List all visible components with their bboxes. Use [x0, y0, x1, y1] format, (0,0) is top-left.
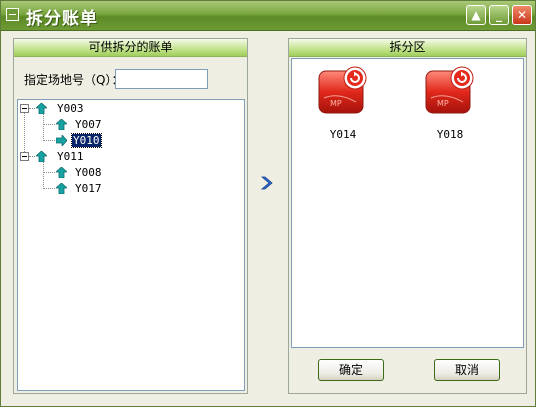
tree-node-selected[interactable]: Y010 — [71, 133, 102, 148]
minimize-icon: _ — [496, 8, 502, 22]
triangle-up-icon: ▲ — [471, 8, 481, 22]
split-area-list[interactable]: MP Y014 MP Y018 — [291, 58, 524, 348]
close-icon: ✕ — [516, 8, 528, 22]
bill-icon[interactable]: MP — [425, 66, 475, 116]
bill-icon[interactable]: MP — [318, 66, 368, 116]
bill-label: Y014 — [329, 128, 357, 141]
window-title: 拆分账单 — [26, 9, 98, 29]
ok-button[interactable]: 确定 — [318, 359, 384, 381]
tree-node[interactable]: Y008 — [74, 166, 103, 179]
split-area-header: 拆分区 — [289, 39, 526, 57]
tree-node[interactable]: Y003 — [56, 102, 85, 115]
bill-icon — [56, 167, 67, 178]
cancel-button[interactable]: 取消 — [434, 359, 500, 381]
roll-up-button[interactable]: ▲ — [466, 5, 486, 25]
venue-number-label: 指定场地号（Q）： — [24, 73, 124, 87]
minimize-button[interactable]: _ — [489, 5, 509, 25]
available-bills-header: 可供拆分的账单 — [14, 39, 247, 57]
venue-number-input[interactable] — [115, 69, 208, 89]
close-button[interactable]: ✕ — [512, 5, 532, 25]
tree-node[interactable]: Y011 — [56, 150, 85, 163]
collapse-toggle[interactable] — [20, 152, 29, 161]
split-bill-window: 拆分账单 ▲ _ ✕ 可供拆分的账单 指定场地号（Q）： Y003 Y007 Y… — [0, 0, 536, 407]
bill-icon — [56, 183, 67, 194]
move-right-icon[interactable] — [260, 176, 274, 190]
bill-group-icon — [36, 103, 47, 114]
svg-text:MP: MP — [437, 99, 449, 108]
right-arrow-icon — [56, 135, 67, 146]
tree-node[interactable]: Y007 — [74, 118, 103, 131]
bill-label: Y018 — [436, 128, 464, 141]
svg-text:MP: MP — [330, 99, 342, 108]
bill-group-icon — [36, 151, 47, 162]
bill-icon — [56, 119, 67, 130]
tree-node[interactable]: Y017 — [74, 182, 103, 195]
system-menu-icon[interactable] — [6, 8, 19, 21]
collapse-toggle[interactable] — [20, 104, 29, 113]
title-bar[interactable]: 拆分账单 ▲ _ ✕ — [1, 1, 535, 31]
bill-tree[interactable]: Y003 Y007 Y010 Y011 Y008 Y017 — [17, 99, 245, 391]
available-bills-panel: 可供拆分的账单 指定场地号（Q）： Y003 Y007 Y010 Y011 Y0… — [13, 38, 248, 394]
split-area-panel: 拆分区 MP Y014 MP Y018 确定 取消 — [288, 38, 527, 394]
